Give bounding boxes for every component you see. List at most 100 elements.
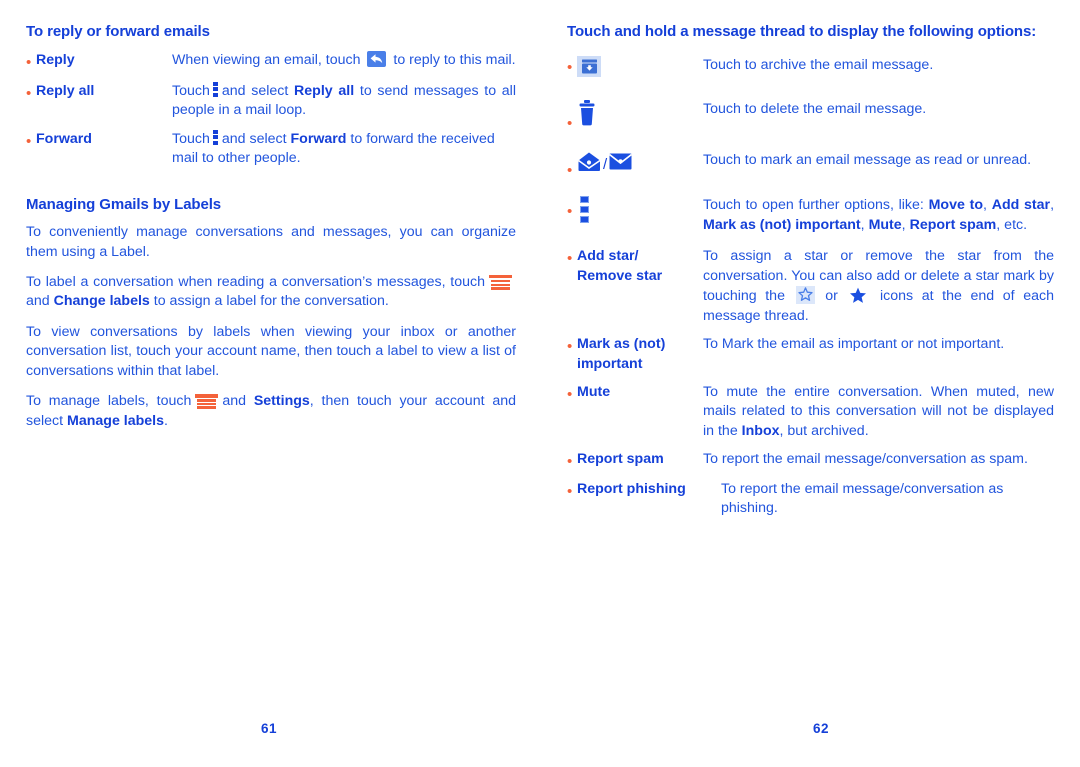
separator-slash: / xyxy=(603,156,608,174)
bullet-icon: • xyxy=(567,162,573,180)
bullet-icon: • xyxy=(567,114,573,132)
option-move-to: Move to xyxy=(928,197,984,214)
option-mark-important: Mark as (not) important xyxy=(703,216,861,233)
term-mark-important: Mark as (not) important xyxy=(577,335,703,374)
list-item-add-remove-star: • Add star/ Remove star To assign a star… xyxy=(567,247,1054,326)
list-item-delete: • Touch to delete the email message. xyxy=(567,99,1054,134)
page-title-reply-forward: To reply or forward emails xyxy=(26,23,210,40)
desc-report-phishing: To report the email message/conversation… xyxy=(721,480,1004,517)
overflow-dots-icon xyxy=(580,196,589,224)
desc-reply-all: Touch and select Reply all to send messag… xyxy=(172,81,516,121)
thread-options-list: • Touch to archive the email message. • xyxy=(567,55,1054,519)
page-title-managing-labels: Managing Gmails by Labels xyxy=(26,195,222,213)
labels-icon xyxy=(489,275,512,290)
bullet-icon: • xyxy=(26,84,32,102)
reply-forward-list: • Reply When viewing an email, touch to … xyxy=(26,50,516,169)
desc-more-options-b: , etc. xyxy=(996,216,1028,233)
desc-reply-text-before: When viewing an email, touch xyxy=(172,51,361,68)
page-number-right: 62 xyxy=(813,721,830,736)
bullet-icon: • xyxy=(567,338,573,356)
paragraph-manage-labels: To manage labels, touch and Settings, the… xyxy=(26,392,516,431)
list-item-reply-all: • Reply all Touch and select Reply all to… xyxy=(26,81,516,121)
desc-reply-all-mid: and select xyxy=(221,82,289,99)
desc-add-remove-star-b: or xyxy=(825,288,838,305)
desc-more-options: Touch to open further options, like: Mov… xyxy=(703,196,1054,235)
term-archive-icon xyxy=(577,55,703,77)
desc-forward-bold: Forward xyxy=(290,130,347,147)
list-item-more-options: • Touch to open further options, like: M… xyxy=(567,196,1054,235)
desc-more-options-a: Touch to open further options, like: xyxy=(703,197,924,214)
paragraph-manage-labels-bold1: Settings xyxy=(253,393,310,410)
manual-page-spread: To reply or forward emails • Reply When … xyxy=(0,0,1080,767)
paragraph-manage-labels-d: . xyxy=(164,412,168,429)
page-left: To reply or forward emails • Reply When … xyxy=(0,0,540,767)
term-mark-important-line2: important xyxy=(577,355,643,372)
desc-forward-before: Touch xyxy=(172,130,210,147)
bullet-icon: • xyxy=(26,53,32,71)
desc-reply-all-bold: Reply all xyxy=(294,82,355,99)
desc-forward-mid: and select xyxy=(221,130,287,147)
term-report-phishing: Report phishing xyxy=(577,480,686,497)
paragraph-manage-labels-a: To manage labels, touch xyxy=(26,393,192,410)
term-add-remove-star: Add star/ Remove star xyxy=(577,247,703,286)
desc-mute-b: , but archived. xyxy=(779,422,869,439)
desc-mute: To mute the entire conversation. When mu… xyxy=(703,383,1054,441)
paragraph-change-labels-b: and xyxy=(26,293,50,310)
page-number-left: 61 xyxy=(261,721,278,736)
option-mute: Mute xyxy=(868,216,902,233)
overflow-dots-icon xyxy=(212,129,218,145)
star-outline-icon xyxy=(795,286,815,305)
desc-mark-important: To Mark the email as important or not im… xyxy=(703,336,1005,353)
paragraph-manage-labels-bold2: Manage labels xyxy=(67,412,165,429)
desc-add-remove-star: To assign a star or remove the star from… xyxy=(703,247,1054,326)
term-report-spam: Report spam xyxy=(577,451,664,468)
envelope-open-icon xyxy=(578,152,601,172)
list-item-reply: • Reply When viewing an email, touch to … xyxy=(26,50,516,73)
list-item-forward: • Forward Touch and select Forward to for… xyxy=(26,129,516,169)
bullet-icon: • xyxy=(567,58,573,76)
term-reply: Reply xyxy=(36,51,75,68)
desc-delete: Touch to delete the email message. xyxy=(703,100,927,117)
bullet-icon: • xyxy=(567,453,573,471)
bullet-icon: • xyxy=(567,203,573,221)
term-reply-all: Reply all xyxy=(36,82,95,99)
page-title-touch-and-hold: Touch and hold a message thread to displ… xyxy=(567,23,1037,40)
list-item-archive: • Touch to archive the email message. xyxy=(567,55,1054,78)
paragraph-change-labels-c: to assign a label for the conversation. xyxy=(153,293,389,310)
desc-report-spam: To report the email message/conversation… xyxy=(703,451,1028,468)
trash-icon xyxy=(577,99,597,126)
bullet-icon: • xyxy=(567,386,573,404)
option-add-star: Add star xyxy=(991,197,1051,214)
paragraph-change-labels-bold: Change labels xyxy=(53,293,150,310)
list-item-mark-important: • Mark as (not) important To Mark the em… xyxy=(567,335,1054,374)
term-trash-icon xyxy=(577,99,703,126)
sep: , xyxy=(1050,197,1055,214)
reply-icon xyxy=(367,50,387,67)
star-filled-icon xyxy=(849,286,868,304)
desc-forward: Touch and select Forward to forward the r… xyxy=(172,129,516,169)
desc-reply-text-after: to reply to this mail. xyxy=(393,51,516,68)
archive-icon xyxy=(577,55,601,77)
desc-reply: When viewing an email, touch to reply to… xyxy=(172,50,516,70)
bullet-icon: • xyxy=(567,250,573,268)
bullet-icon: • xyxy=(567,482,573,500)
term-forward: Forward xyxy=(36,130,92,147)
envelope-open-closed-icon: / xyxy=(577,151,633,172)
desc-mute-inbox: Inbox xyxy=(741,422,780,439)
desc-archive: Touch to archive the email message. xyxy=(703,56,934,73)
list-item-read-unread: • / Touch to mark an email message as re… xyxy=(567,151,1054,181)
list-item-mute: • Mute To mute the entire conversation. … xyxy=(567,383,1054,441)
paragraph-change-labels-a: To label a conversation when reading a c… xyxy=(26,274,485,291)
term-mute: Mute xyxy=(577,384,611,401)
sep: , xyxy=(983,197,987,214)
term-mark-important-line1: Mark as (not) xyxy=(577,336,666,353)
list-item-report-phishing: • Report phishing To report the email me… xyxy=(567,480,1054,519)
term-add-star: Add star/ xyxy=(577,248,639,265)
option-report-spam: Report spam xyxy=(909,216,997,233)
term-remove-star: Remove star xyxy=(577,267,663,284)
sep: , xyxy=(901,216,906,233)
desc-reply-all-before: Touch xyxy=(172,82,210,99)
labels-icon xyxy=(195,394,219,409)
paragraph-view-by-labels: To view conversations by labels when vie… xyxy=(26,323,516,379)
term-envelope-icons: / xyxy=(577,151,703,172)
